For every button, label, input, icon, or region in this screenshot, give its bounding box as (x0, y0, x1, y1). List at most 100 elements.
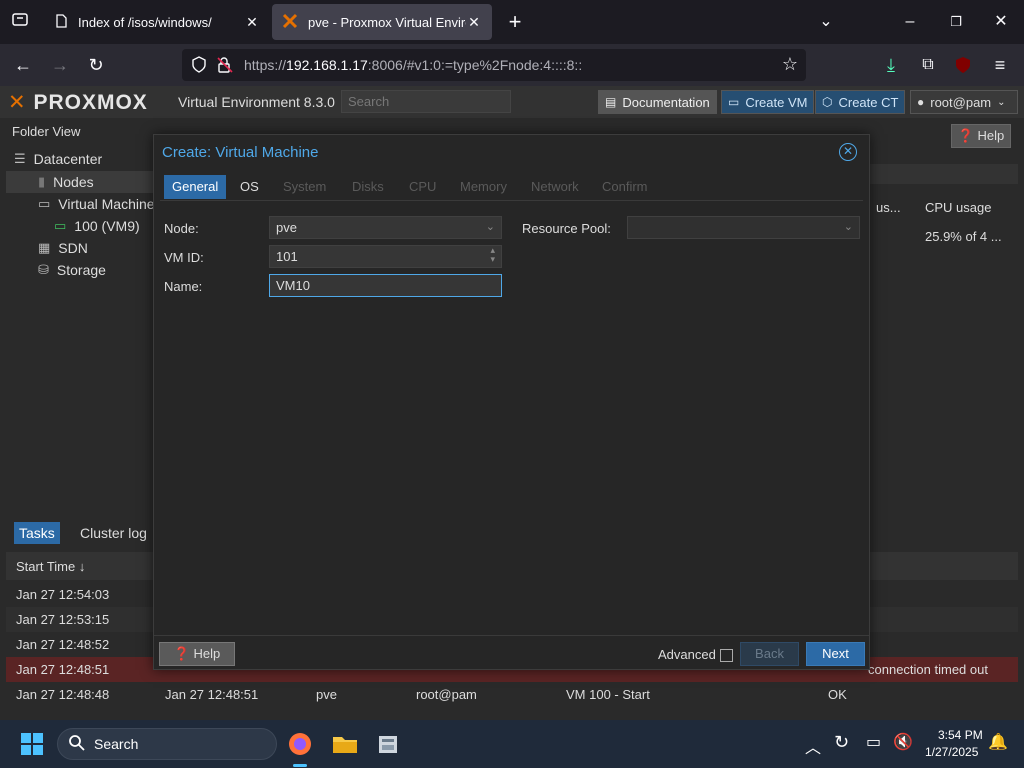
help-button[interactable]: ❓ Help (159, 642, 235, 666)
list-all-tabs-icon[interactable]: ⌄ (814, 10, 838, 34)
documentation-button[interactable]: ▤ Documentation (598, 90, 717, 114)
column-header[interactable]: us... (876, 200, 901, 215)
close-window-icon[interactable]: ✕ (989, 10, 1013, 34)
advanced-checkbox[interactable] (720, 649, 733, 662)
next-button[interactable]: Next (806, 642, 865, 666)
tree-item-storage[interactable]: ⛁ Storage (38, 259, 106, 281)
url-text: https://192.168.1.17:8006/#v1:0:=type%2F… (244, 57, 583, 73)
node-select[interactable]: pve ⌄ (269, 216, 502, 239)
clock-time[interactable]: 3:54 PM (938, 728, 983, 742)
minimize-icon[interactable]: – (898, 10, 922, 34)
task-status: OK (828, 687, 847, 702)
task-description: VM 100 - Start (566, 687, 650, 702)
windows-taskbar: Search ︿ ↻ ▭ 🔇 3:54 PM 1/27/2025 🔔 (0, 720, 1024, 768)
start-time: Jan 27 12:48:51 (16, 662, 110, 677)
chevron-down-icon: ⌄ (485, 221, 495, 233)
windows-start-icon[interactable] (16, 728, 48, 760)
name-value: VM10 (276, 278, 310, 293)
url-bar[interactable]: https://192.168.1.17:8006/#v1:0:=type%2F… (182, 49, 806, 81)
lock-warning-icon[interactable] (216, 56, 234, 77)
desktop-icon: ▭ (38, 196, 51, 211)
proxmox-header: ✕ PROXMOX Virtual Environment 8.3.0 Sear… (0, 86, 1024, 118)
table-row[interactable]: Jan 27 12:48:48 Jan 27 12:48:51 pve root… (6, 682, 1018, 707)
sync-icon[interactable]: ↻ (834, 732, 849, 753)
new-tab-icon[interactable]: + (503, 10, 527, 34)
vm-running-icon: ▭ (54, 218, 67, 233)
end-time: Jan 27 12:48:51 (165, 687, 259, 702)
cpu-usage-value: 25.9% of 4 ... (925, 229, 1002, 244)
tab-cluster-log[interactable]: Cluster log (80, 525, 147, 541)
clock-date[interactable]: 1/27/2025 (925, 745, 978, 759)
bookmark-star-icon[interactable]: ☆ (782, 54, 798, 75)
tab-general[interactable]: General (164, 175, 227, 199)
extensions-icon[interactable]: ⧉ (915, 52, 941, 78)
resource-pool-label: Resource Pool: (522, 221, 611, 236)
sort-arrow-icon: ↓ (78, 559, 86, 574)
tab-memory[interactable]: Memory (452, 175, 515, 199)
tree-item-sdn[interactable]: ▦ SDN (38, 237, 88, 259)
tab-cpu[interactable]: CPU (401, 175, 444, 199)
taskbar-search-box[interactable]: Search (57, 728, 277, 760)
browser-tab-isos[interactable]: Index of /isos/windows/ ✕ (44, 4, 270, 40)
task-status: connection timed out (868, 662, 988, 677)
reload-icon[interactable]: ↻ (83, 52, 109, 78)
shield-icon[interactable] (191, 56, 207, 77)
tree-item-virtual-machines[interactable]: ▭ Virtual Machine (38, 193, 155, 215)
column-header-start-time[interactable]: Start Time ↓ (16, 559, 85, 574)
forward-icon[interactable]: → (47, 52, 73, 78)
create-ct-button[interactable]: ⬡ Create CT (815, 90, 906, 114)
tab-confirm[interactable]: Confirm (594, 175, 656, 199)
start-time: Jan 27 12:53:15 (16, 612, 110, 627)
vmid-label: VM ID: (164, 250, 204, 265)
browser-tab-proxmox[interactable]: pve - Proxmox Virtual Environment ✕ (272, 4, 492, 40)
tab-network[interactable]: Network (523, 175, 587, 199)
tab-overview-icon[interactable] (8, 10, 32, 34)
book-icon: ▤ (605, 95, 617, 109)
menu-icon[interactable]: ≡ (987, 52, 1013, 78)
name-input[interactable]: VM10 (269, 274, 502, 297)
tab-system[interactable]: System (275, 175, 334, 199)
notification-bell-icon[interactable]: 🔔 (988, 732, 1008, 752)
tree-item-datacenter[interactable]: ☰ Datacenter (14, 148, 102, 170)
tree-item-vm-100[interactable]: ▭ 100 (VM9) (54, 215, 140, 237)
network-icon[interactable]: ▭ (866, 732, 881, 752)
volume-muted-icon[interactable]: 🔇 (893, 732, 913, 752)
column-header-cpu-usage[interactable]: CPU usage (925, 200, 991, 215)
node-value: pve (276, 220, 297, 235)
proxmox-logo: ✕ PROXMOX (8, 91, 148, 114)
active-app-indicator (293, 764, 307, 767)
close-tab-icon[interactable]: ✕ (244, 14, 260, 31)
page-icon (54, 13, 68, 31)
browser-nav-bar: ← → ↻ https://192.168.1.17:8006/#v1:0:=t… (0, 44, 1024, 86)
back-icon[interactable]: ← (10, 52, 36, 78)
maximize-icon[interactable]: ❐ (944, 10, 968, 34)
search-input[interactable]: Search (341, 90, 511, 113)
ublock-icon[interactable] (950, 52, 976, 78)
create-vm-button[interactable]: ▭ Create VM (721, 90, 815, 114)
back-button[interactable]: Back (740, 642, 799, 666)
tab-title: pve - Proxmox Virtual Environment (308, 14, 466, 30)
app-icon[interactable] (372, 728, 404, 760)
tab-tasks[interactable]: Tasks (14, 522, 60, 544)
tray-overflow-chevron-icon[interactable]: ︿ (805, 734, 821, 758)
help-button[interactable]: ❓ Help (951, 124, 1011, 148)
close-icon[interactable]: ✕ (839, 143, 857, 161)
search-icon (68, 734, 86, 755)
folder-view-selector[interactable]: Folder View (12, 124, 80, 139)
question-icon: ❓ (173, 646, 190, 661)
resource-pool-select[interactable]: ⌄ (627, 216, 860, 239)
spinner-arrows-icon[interactable]: ▴ ▾ (490, 246, 495, 264)
downloads-icon[interactable]: ⤓ (878, 52, 904, 78)
user-menu-button[interactable]: ● root@pam ⌄ (910, 90, 1018, 114)
user-icon: ● (917, 95, 925, 109)
vmid-spinner[interactable]: 101 ▴ ▾ (269, 245, 502, 268)
cube-icon: ⬡ (822, 95, 833, 109)
browser-tab-bar: Index of /isos/windows/ ✕ pve - Proxmox … (0, 0, 1024, 44)
task-node: pve (316, 687, 337, 702)
question-icon: ❓ (957, 128, 974, 143)
close-tab-icon[interactable]: ✕ (466, 14, 482, 31)
firefox-icon[interactable] (284, 728, 316, 760)
file-explorer-icon[interactable] (329, 728, 361, 760)
tab-os[interactable]: OS (232, 175, 267, 199)
tab-disks[interactable]: Disks (344, 175, 392, 199)
